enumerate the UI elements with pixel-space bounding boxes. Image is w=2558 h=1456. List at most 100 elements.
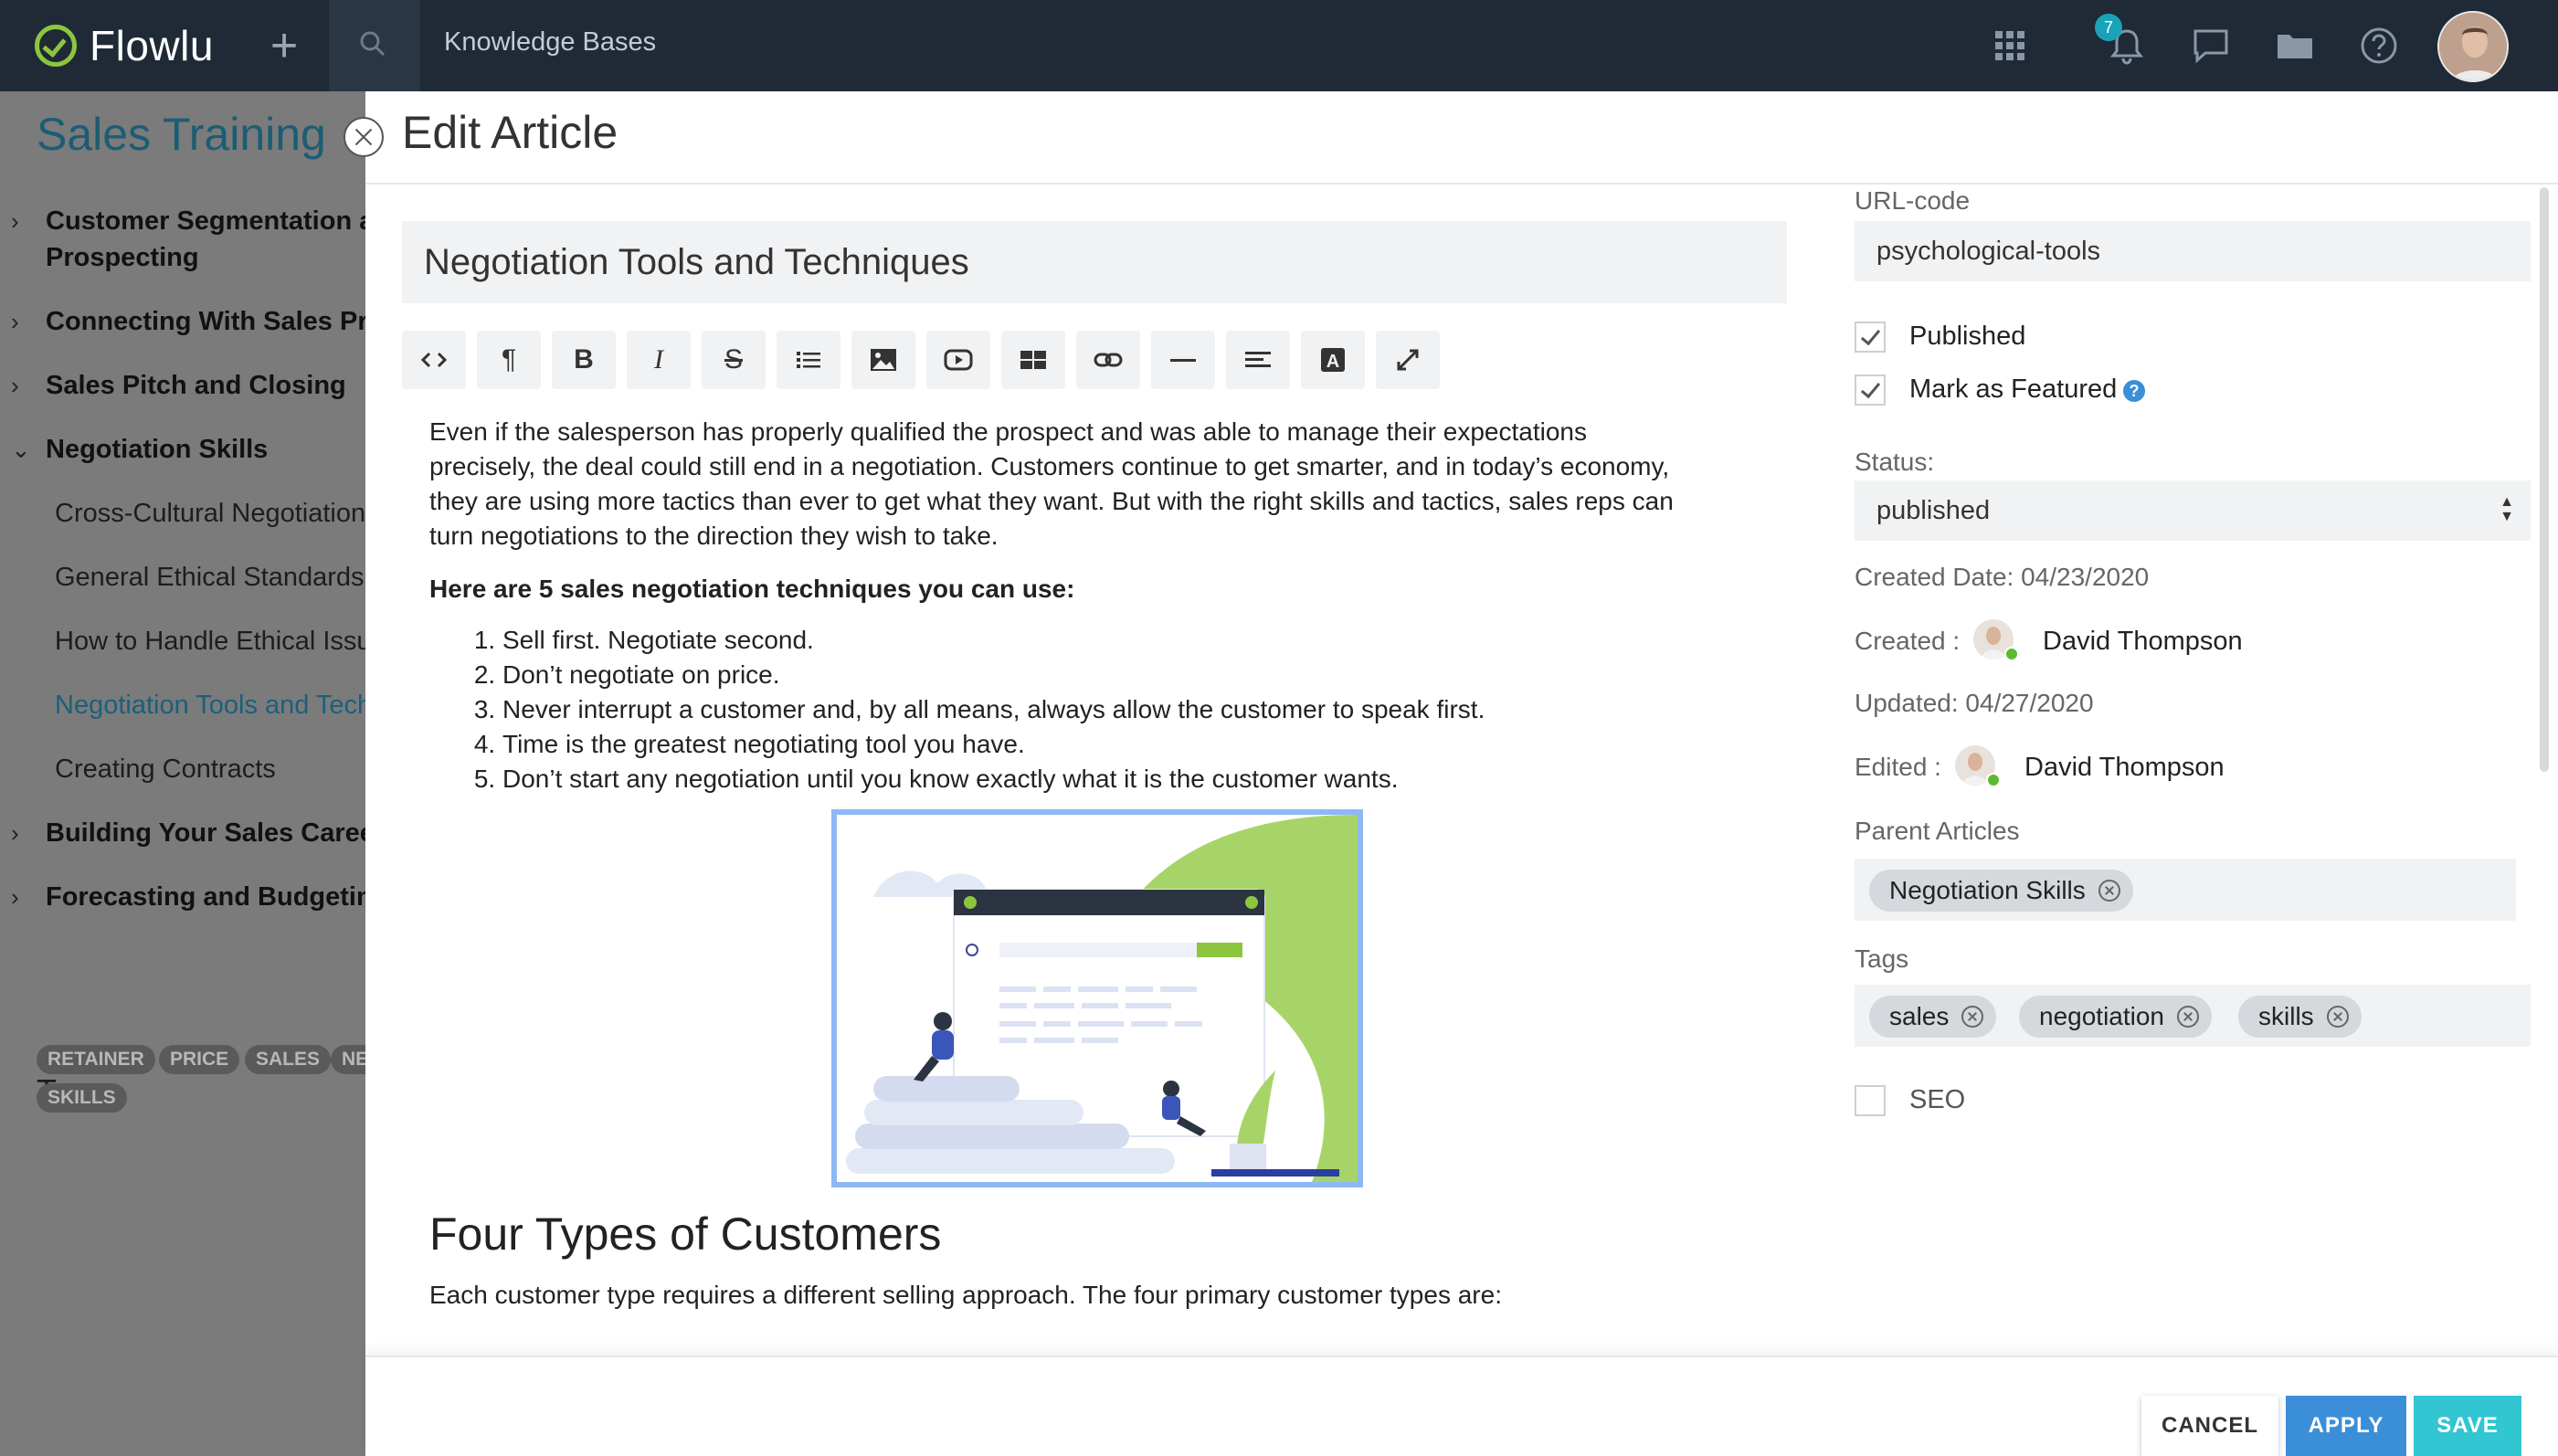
font-color-icon[interactable]: A — [1301, 331, 1365, 389]
created-date: Created Date: 04/23/2020 — [1855, 563, 2150, 591]
tags-label: Tags — [1855, 944, 1909, 973]
plus-icon[interactable]: + — [263, 20, 305, 71]
apps-grid-icon[interactable] — [1988, 24, 2032, 68]
text-line: they are using more tactics than ever to… — [429, 487, 1674, 515]
article-editor[interactable]: Even if the salesperson has properly qua… — [429, 415, 1745, 797]
user-avatar[interactable] — [2437, 11, 2509, 82]
save-button[interactable]: SAVE — [2414, 1396, 2521, 1456]
sidebar-item-prospecting[interactable]: Prospecting — [0, 239, 365, 276]
sidebar-item-label: Sales Pitch and Closing — [46, 371, 346, 400]
edited-label: Edited : — [1855, 753, 1941, 781]
published-label[interactable]: Published — [1909, 322, 2025, 352]
techniques-list: Sell first. Negotiate second. Don’t nego… — [429, 623, 1745, 797]
sidebar-item-label: Forecasting and Budgeting — [46, 882, 365, 912]
apply-button[interactable]: APPLY — [2286, 1396, 2406, 1456]
chevron-right-icon[interactable]: › — [11, 815, 19, 851]
tag-chip: negotiation — [2019, 996, 2213, 1038]
cancel-button[interactable]: CANCEL — [2141, 1396, 2278, 1456]
close-icon[interactable] — [344, 117, 384, 157]
link-icon[interactable] — [1076, 331, 1140, 389]
italic-icon[interactable]: I — [627, 331, 691, 389]
url-code-input[interactable]: psychological-tools — [1855, 221, 2531, 281]
text-line: Even if the salesperson has properly qua… — [429, 417, 1587, 446]
sidebar-item-ethical-issues[interactable]: How to Handle Ethical Issues — [0, 623, 365, 659]
video-icon[interactable] — [926, 331, 990, 389]
help-icon[interactable]: ? — [2123, 380, 2145, 402]
chevron-right-icon[interactable]: › — [11, 879, 19, 915]
created-user[interactable]: David Thompson — [2043, 627, 2243, 657]
remove-chip-icon[interactable] — [2326, 1006, 2349, 1028]
remove-chip-icon[interactable] — [1961, 1006, 1984, 1028]
horizontal-rule-icon[interactable] — [1151, 331, 1215, 389]
image-icon[interactable] — [851, 331, 915, 389]
fullscreen-icon[interactable] — [1376, 331, 1440, 389]
bold-icon[interactable]: B — [552, 331, 616, 389]
html-icon[interactable] — [402, 331, 466, 389]
article-title-input[interactable]: Negotiation Tools and Techniques — [402, 221, 1787, 303]
intro-paragraph: Even if the salesperson has properly qua… — [429, 415, 1745, 554]
modal-title: Edit Article — [402, 107, 618, 158]
article-illustration[interactable] — [831, 809, 1363, 1187]
folder-icon[interactable] — [2273, 24, 2317, 68]
remove-chip-icon[interactable] — [2177, 1006, 2200, 1028]
select-arrows-icon: ▲ ▼ — [2500, 494, 2514, 524]
scrollbar[interactable] — [2540, 187, 2549, 772]
tag-chip: skills — [2238, 996, 2362, 1038]
sidebar-item-sales-career[interactable]: › Building Your Sales Career — [0, 815, 365, 851]
sidebar-tag[interactable]: SKILLS — [37, 1083, 127, 1113]
sidebar-tag[interactable]: PRICE — [159, 1045, 240, 1074]
seo-label[interactable]: SEO — [1909, 1085, 1965, 1115]
logo[interactable]: Flowlu — [35, 20, 214, 71]
chevron-down-icon[interactable]: ⌄ — [11, 431, 31, 468]
strikethrough-icon[interactable]: S — [702, 331, 766, 389]
search-button[interactable] — [329, 0, 420, 91]
online-status-dot — [1986, 773, 2001, 787]
sidebar-item-cross-cultural[interactable]: Cross-Cultural Negotiation — [0, 495, 365, 532]
sidebar-tag[interactable]: NE — [331, 1045, 365, 1074]
featured-checkbox[interactable] — [1855, 375, 1886, 406]
status-value: published — [1876, 496, 1991, 525]
published-checkbox[interactable] — [1855, 322, 1886, 353]
sidebar-item-connecting[interactable]: › Connecting With Sales Prospects — [0, 303, 365, 340]
sidebar-item-label: How to Handle Ethical Issues — [55, 627, 365, 656]
sidebar-item-customer-segmentation[interactable]: › Customer Segmentation and — [0, 203, 365, 239]
tags-input[interactable]: sales negotiation skills — [1855, 985, 2531, 1047]
chip-label: Negotiation Skills — [1889, 876, 2086, 904]
status-select[interactable]: published ▲ ▼ — [1855, 480, 2531, 541]
sidebar-title[interactable]: Sales Training — [37, 108, 326, 161]
sidebar-item-creating-contracts[interactable]: Creating Contracts — [0, 751, 365, 787]
remove-chip-icon[interactable] — [2098, 880, 2120, 902]
chip-label: skills — [2258, 1002, 2314, 1030]
divider — [365, 183, 2558, 185]
paragraph-icon[interactable]: ¶ — [477, 331, 541, 389]
edit-article-modal: Edit Article Negotiation Tools and Techn… — [365, 91, 2558, 1456]
chip-label: sales — [1889, 1002, 1950, 1030]
sidebar-tag[interactable]: RETAINER — [37, 1045, 155, 1074]
edited-user[interactable]: David Thompson — [2024, 753, 2225, 783]
featured-label[interactable]: Mark as Featured — [1909, 375, 2117, 405]
app-name: Flowlu — [90, 22, 214, 69]
sidebar-item-label: Building Your Sales Career — [46, 818, 365, 848]
sidebar-item-label: General Ethical Standards — [55, 563, 365, 592]
url-code-label: URL-code — [1855, 186, 1971, 215]
status-label: Status: — [1855, 448, 1935, 476]
sidebar-item-sales-pitch[interactable]: › Sales Pitch and Closing — [0, 367, 365, 404]
align-icon[interactable] — [1226, 331, 1290, 389]
section-title[interactable]: Knowledge Bases — [444, 27, 656, 58]
list-item: Don’t negotiate on price. — [502, 658, 1745, 692]
help-icon[interactable] — [2357, 24, 2401, 68]
chevron-right-icon[interactable]: › — [11, 203, 19, 239]
chat-icon[interactable] — [2189, 24, 2233, 68]
sidebar-item-label: Connecting With Sales Prospects — [46, 307, 365, 336]
sidebar-item-forecasting[interactable]: › Forecasting and Budgeting — [0, 879, 365, 915]
sidebar-item-negotiation-tools[interactable]: Negotiation Tools and Techniques — [0, 687, 365, 723]
chevron-right-icon[interactable]: › — [11, 303, 19, 340]
sidebar-item-ethical-standards[interactable]: General Ethical Standards — [0, 559, 365, 596]
sidebar-tag[interactable]: SALES — [245, 1045, 332, 1074]
sidebar-item-negotiation-skills[interactable]: ⌄ Negotiation Skills — [0, 431, 365, 468]
list-icon[interactable] — [777, 331, 840, 389]
seo-checkbox[interactable] — [1855, 1085, 1886, 1116]
chevron-right-icon[interactable]: › — [11, 367, 19, 404]
parent-articles-input[interactable]: Negotiation Skills — [1855, 859, 2516, 921]
table-icon[interactable] — [1001, 331, 1065, 389]
